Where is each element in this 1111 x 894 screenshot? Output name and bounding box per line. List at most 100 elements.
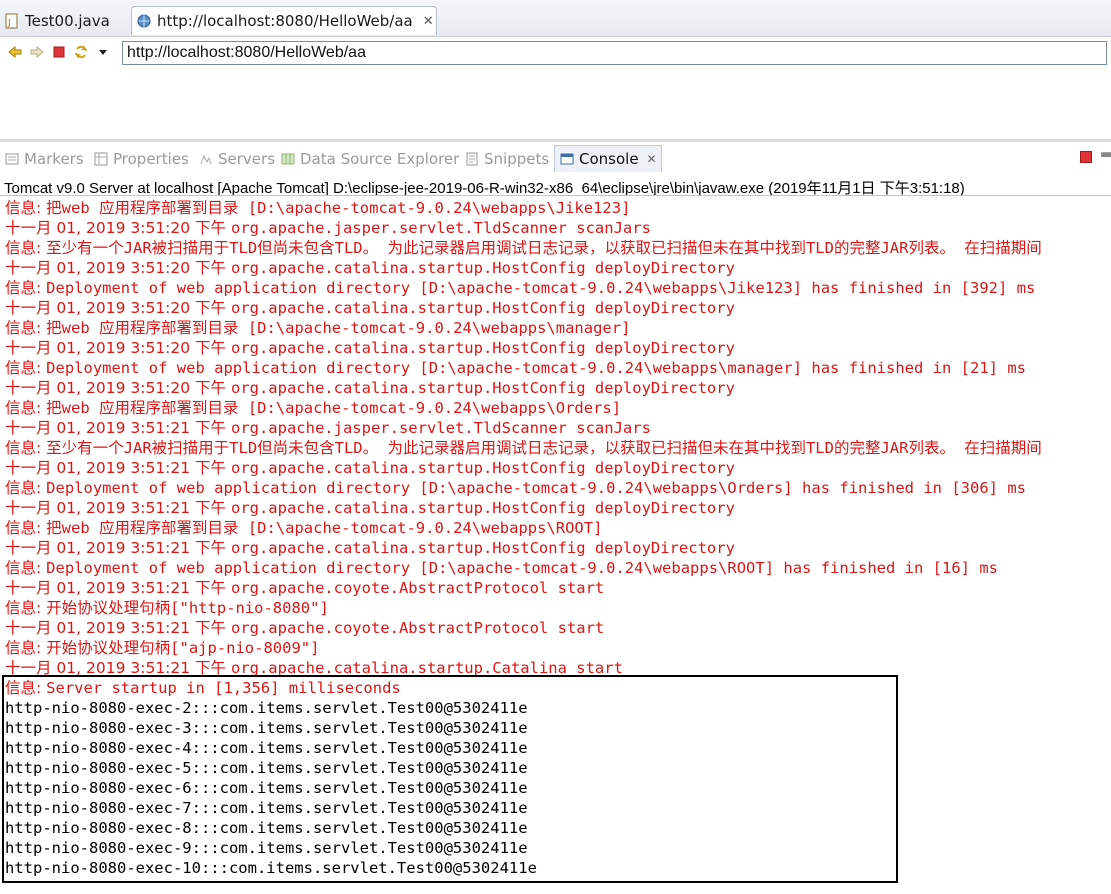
tab-label: Servers (218, 150, 276, 168)
log-text: 开始协议处理句柄["http-nio-8080"] (46, 599, 329, 617)
data-source-icon (280, 151, 296, 167)
log-text: org.apache.jasper.servlet.TldScanner sca… (230, 219, 651, 237)
tab-properties[interactable]: Properties (93, 145, 189, 173)
log-text: org.apache.catalina.startup.HostConfig d… (230, 539, 735, 557)
log-prefix: 十一月 01, 2019 3:51:21 下午 (5, 539, 231, 557)
log-prefix: 信息: (5, 639, 47, 657)
log-text: org.apache.jasper.servlet.TldScanner sca… (230, 419, 651, 437)
log-prefix: 十一月 01, 2019 3:51:21 下午 (5, 499, 231, 517)
log-prefix: 信息: (5, 239, 47, 257)
console-line: 十一月 01, 2019 3:51:20 下午 org.apache.catal… (5, 298, 1111, 318)
close-icon[interactable]: ✕ (647, 152, 657, 166)
console-icon (559, 151, 575, 167)
log-prefix: 十一月 01, 2019 3:51:21 下午 (5, 619, 231, 637)
console-line: 十一月 01, 2019 3:51:21 下午 org.apache.catal… (5, 498, 1111, 518)
log-text: org.apache.coyote.AbstractProtocol start (230, 619, 605, 637)
pane-divider[interactable] (0, 139, 1111, 142)
chevron-down-icon[interactable] (94, 43, 111, 60)
divider (0, 195, 1111, 196)
stop-icon[interactable] (50, 43, 67, 60)
tab-test00-java[interactable]: J Test00.java (0, 6, 130, 35)
log-text: 至少有一个JAR被扫描用于TLD但尚未包含TLD。 为此记录器启用调试日志记录，… (46, 439, 1042, 457)
console-line: 十一月 01, 2019 3:51:20 下午 org.apache.jaspe… (5, 218, 1111, 238)
console-line: 信息: Deployment of web application direct… (5, 278, 1111, 298)
terminate-icon[interactable] (1080, 151, 1092, 163)
log-text: 把web 应用程序部署到目录 [D:\apache-tomcat-9.0.24\… (46, 399, 622, 417)
url-input[interactable]: http://localhost:8080/HelloWeb/aa (122, 41, 1107, 65)
log-text: 至少有一个JAR被扫描用于TLD但尚未包含TLD。 为此记录器启用调试日志记录，… (46, 239, 1042, 257)
tab-console[interactable]: Console ✕ (554, 145, 662, 172)
tab-data-source-explorer[interactable]: Data Source Explorer (280, 145, 459, 173)
log-prefix: 十一月 01, 2019 3:51:21 下午 (5, 579, 231, 597)
log-text: org.apache.catalina.startup.HostConfig d… (230, 299, 735, 317)
refresh-icon[interactable] (72, 43, 89, 60)
log-text: Deployment of web application directory … (46, 279, 1036, 297)
minimize-icon[interactable]: ▬ (1100, 147, 1111, 162)
log-text: org.apache.coyote.AbstractProtocol start (230, 579, 605, 597)
console-line: 十一月 01, 2019 3:51:21 下午 org.apache.catal… (5, 458, 1111, 478)
tab-label: Test00.java (25, 11, 110, 30)
console-line: 十一月 01, 2019 3:51:20 下午 org.apache.catal… (5, 378, 1111, 398)
log-prefix: 十一月 01, 2019 3:51:20 下午 (5, 339, 231, 357)
console-line: 十一月 01, 2019 3:51:20 下午 org.apache.catal… (5, 338, 1111, 358)
console-line: 十一月 01, 2019 3:51:21 下午 org.apache.coyot… (5, 618, 1111, 638)
console-line: 信息: 开始协议处理句柄["ajp-nio-8009"] (5, 638, 1111, 658)
log-text: org.apache.catalina.startup.HostConfig d… (230, 459, 735, 477)
console-line: 十一月 01, 2019 3:51:20 下午 org.apache.catal… (5, 258, 1111, 278)
console-line: 十一月 01, 2019 3:51:21 下午 org.apache.coyot… (5, 578, 1111, 598)
tab-label: Data Source Explorer (300, 150, 460, 168)
properties-icon (93, 151, 109, 167)
log-text: Deployment of web application directory … (46, 479, 1026, 497)
console-line: 信息: Deployment of web application direct… (5, 558, 1111, 578)
log-prefix: 十一月 01, 2019 3:51:20 下午 (5, 379, 231, 397)
log-prefix: 信息: (5, 439, 47, 457)
markers-icon (4, 151, 20, 167)
log-text: 把web 应用程序部署到目录 [D:\apache-tomcat-9.0.24\… (46, 199, 631, 217)
java-file-icon: J (4, 13, 20, 29)
log-prefix: 十一月 01, 2019 3:51:21 下午 (5, 419, 231, 437)
tab-markers[interactable]: Markers (4, 145, 84, 173)
console-line: 信息: 把web 应用程序部署到目录 [D:\apache-tomcat-9.0… (5, 398, 1111, 418)
back-icon[interactable] (6, 43, 23, 60)
log-prefix: 十一月 01, 2019 3:51:20 下午 (5, 259, 231, 277)
globe-icon (136, 13, 152, 29)
log-prefix: 信息: (5, 519, 47, 537)
console-line: 十一月 01, 2019 3:51:21 下午 org.apache.jaspe… (5, 418, 1111, 438)
log-prefix: 十一月 01, 2019 3:51:20 下午 (5, 219, 231, 237)
log-prefix: 信息: (5, 199, 47, 217)
tab-snippets[interactable]: Snippets (464, 145, 549, 173)
tab-browser[interactable]: http://localhost:8080/HelloWeb/aa ✕ (131, 6, 437, 35)
log-text: 开始协议处理句柄["ajp-nio-8009"] (46, 639, 320, 657)
editor-tab-bar: J Test00.java http://localhost:8080/Hell… (0, 0, 1111, 37)
browser-toolbar: http://localhost:8080/HelloWeb/aa (0, 37, 1111, 70)
log-prefix: 信息: (5, 559, 47, 577)
log-text: org.apache.catalina.startup.HostConfig d… (230, 339, 735, 357)
console-line: 信息: 至少有一个JAR被扫描用于TLD但尚未包含TLD。 为此记录器启用调试日… (5, 438, 1111, 458)
log-prefix: 信息: (5, 359, 47, 377)
log-text: Deployment of web application directory … (46, 359, 1026, 377)
tab-label: Markers (24, 150, 84, 168)
svg-text:J: J (7, 18, 11, 28)
highlight-box (2, 675, 898, 883)
log-prefix: 十一月 01, 2019 3:51:21 下午 (5, 459, 231, 477)
tab-label: Console (579, 150, 639, 168)
log-prefix: 信息: (5, 599, 47, 617)
forward-icon[interactable] (28, 43, 45, 60)
console-line: 信息: 开始协议处理句柄["http-nio-8080"] (5, 598, 1111, 618)
tab-label: Snippets (484, 150, 550, 168)
log-text: Deployment of web application directory … (46, 559, 998, 577)
console-line: 信息: 把web 应用程序部署到目录 [D:\apache-tomcat-9.0… (5, 318, 1111, 338)
tab-servers[interactable]: Servers (198, 145, 275, 173)
servers-icon (198, 151, 214, 167)
console-line: 信息: Deployment of web application direct… (5, 358, 1111, 378)
log-prefix: 信息: (5, 399, 47, 417)
log-prefix: 信息: (5, 319, 47, 337)
log-prefix: 十一月 01, 2019 3:51:20 下午 (5, 299, 231, 317)
log-text: org.apache.catalina.startup.HostConfig d… (230, 259, 735, 277)
view-tab-bar: Markers Properties Servers Data Source E… (0, 145, 1111, 173)
close-icon[interactable]: ✕ (423, 14, 434, 29)
tab-label: Properties (113, 150, 189, 168)
log-text: 把web 应用程序部署到目录 [D:\apache-tomcat-9.0.24\… (46, 319, 631, 337)
log-text: org.apache.catalina.startup.HostConfig d… (230, 499, 735, 517)
console-line: 十一月 01, 2019 3:51:21 下午 org.apache.catal… (5, 538, 1111, 558)
